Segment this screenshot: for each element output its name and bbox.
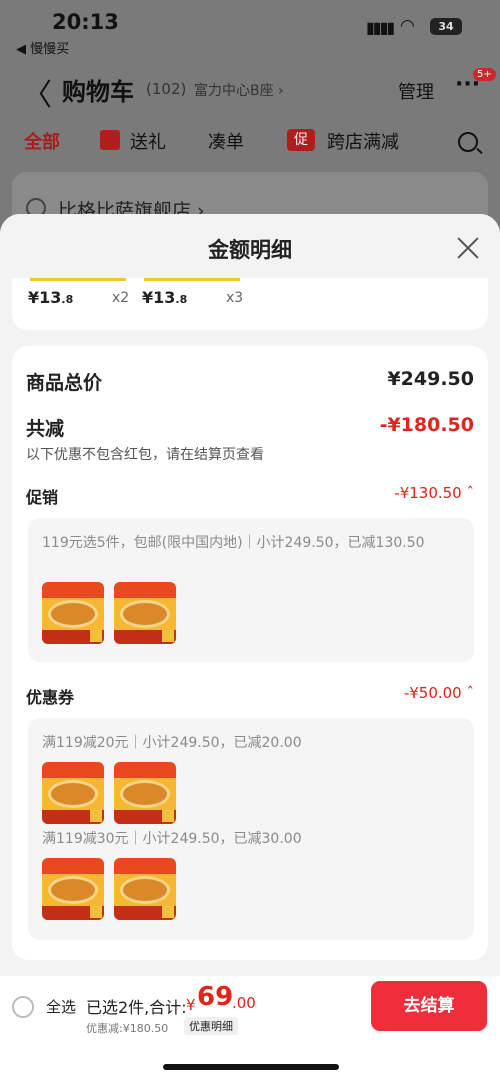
checkout-button[interactable]: 去结算 bbox=[371, 981, 487, 1031]
goods-total-label: 商品总价 bbox=[26, 372, 103, 394]
promo-desc: 119元选5件，包邮(限中国内地)｜小计249.50，已减130.50 bbox=[42, 535, 425, 551]
home-indicator[interactable] bbox=[163, 1064, 339, 1070]
close-icon[interactable] bbox=[456, 236, 480, 260]
reduce-row: 共减 -¥180.50 bbox=[26, 414, 474, 441]
product-thumb-edge bbox=[30, 278, 126, 281]
notification-badge: 5+ bbox=[473, 68, 496, 81]
back-arrow-icon[interactable]: 〈 bbox=[22, 70, 52, 114]
total-amount: 69 bbox=[197, 982, 234, 1012]
product-thumbnail[interactable] bbox=[114, 582, 176, 644]
wifi-icon: ◠ bbox=[400, 16, 415, 36]
product-thumbnail[interactable] bbox=[42, 858, 104, 920]
tab-cross-store[interactable]: 跨店满减 bbox=[327, 128, 399, 154]
item-quantity: x2 bbox=[112, 290, 130, 306]
goods-total-row: 商品总价 ¥249.50 bbox=[26, 368, 474, 395]
gift-icon bbox=[100, 130, 120, 150]
discount-detail-button[interactable]: 优惠明细 bbox=[184, 1017, 238, 1035]
select-all-label[interactable]: 全选 bbox=[46, 996, 76, 1017]
total-currency: ¥ bbox=[186, 996, 196, 1014]
reduce-note: 以下优惠不包含红包，请在结算页查看 bbox=[26, 447, 264, 463]
product-thumbnail[interactable] bbox=[114, 762, 176, 824]
promo-icon: 促 bbox=[287, 129, 315, 151]
tab-all[interactable]: 全部 bbox=[24, 128, 60, 154]
signal-icon: ▮▮▮▮ bbox=[366, 18, 395, 37]
coupon-label: 优惠券 bbox=[26, 688, 75, 707]
sheet-header: 金额明细 bbox=[0, 214, 500, 278]
cart-tabs: 全部 送礼 凑单 促 跨店满减 bbox=[0, 128, 500, 158]
sheet-title: 金额明细 bbox=[208, 238, 292, 262]
product-peek-strip: ¥13.8 x2 ¥13.8 x3 bbox=[12, 278, 488, 330]
price-detail-card: 商品总价 ¥249.50 共减 -¥180.50 以下优惠不包含红包，请在结算页… bbox=[12, 346, 488, 960]
product-thumbnail[interactable] bbox=[114, 858, 176, 920]
status-time: 20:13 bbox=[52, 10, 119, 34]
coupon2-desc: 满119减30元｜小计249.50，已减30.00 bbox=[42, 831, 302, 847]
coupon1-desc: 满119减20元｜小计249.50，已减20.00 bbox=[42, 735, 302, 751]
coupon-row[interactable]: 优惠券 -¥50.00 ˆ bbox=[26, 684, 474, 708]
delivery-location[interactable]: 富力中心B座 › bbox=[194, 80, 284, 100]
cart-header: 〈 购物车 (102) 富力中心B座 › 管理 ··· 5+ bbox=[0, 68, 500, 113]
discount-summary: 优惠减:¥180.50 bbox=[86, 1022, 169, 1035]
promo-value[interactable]: -¥130.50 ˆ bbox=[394, 484, 474, 502]
selected-summary: 已选2件,合计: bbox=[86, 998, 187, 1017]
cart-count: (102) bbox=[146, 80, 187, 98]
checkout-bar: 全选 已选2件,合计: ¥ 69 .00 优惠减:¥180.50 优惠明细 去结… bbox=[0, 976, 500, 1081]
reduce-label: 共减 bbox=[26, 418, 65, 440]
manage-button[interactable]: 管理 bbox=[398, 78, 434, 104]
search-icon[interactable] bbox=[458, 132, 478, 152]
coupon-box: 满119减20元｜小计249.50，已减20.00 满119减30元｜小计249… bbox=[28, 718, 474, 940]
select-all-checkbox[interactable] bbox=[12, 996, 34, 1018]
coupon-value[interactable]: -¥50.00 ˆ bbox=[404, 684, 474, 702]
product-thumbnail[interactable] bbox=[42, 582, 104, 644]
back-to-app-link[interactable]: ◀ 慢慢买 bbox=[16, 38, 69, 57]
promo-row[interactable]: 促销 -¥130.50 ˆ bbox=[26, 484, 474, 508]
battery-icon: 34 bbox=[430, 18, 462, 35]
reduce-value: -¥180.50 bbox=[379, 414, 474, 436]
product-thumb-edge bbox=[144, 278, 240, 281]
product-thumbnail[interactable] bbox=[42, 762, 104, 824]
tab-combine[interactable]: 凑单 bbox=[208, 128, 244, 154]
item-price: ¥13.8 bbox=[28, 288, 74, 307]
item-quantity: x3 bbox=[226, 290, 244, 306]
promo-label: 促销 bbox=[26, 488, 59, 507]
status-bar: 20:13 ▮▮▮▮ ◠ 34 bbox=[0, 8, 500, 38]
amount-detail-sheet: 金额明细 ¥13.8 x2 ¥13.8 x3 商品总价 ¥249.50 共减 -… bbox=[0, 214, 500, 976]
item-price: ¥13.8 bbox=[142, 288, 188, 307]
page-title: 购物车 bbox=[62, 78, 134, 106]
promo-box: 119元选5件，包邮(限中国内地)｜小计249.50，已减130.50 bbox=[28, 518, 474, 662]
total-decimal: .00 bbox=[232, 994, 256, 1012]
goods-total-value: ¥249.50 bbox=[387, 368, 474, 390]
tab-gift[interactable]: 送礼 bbox=[130, 128, 166, 154]
